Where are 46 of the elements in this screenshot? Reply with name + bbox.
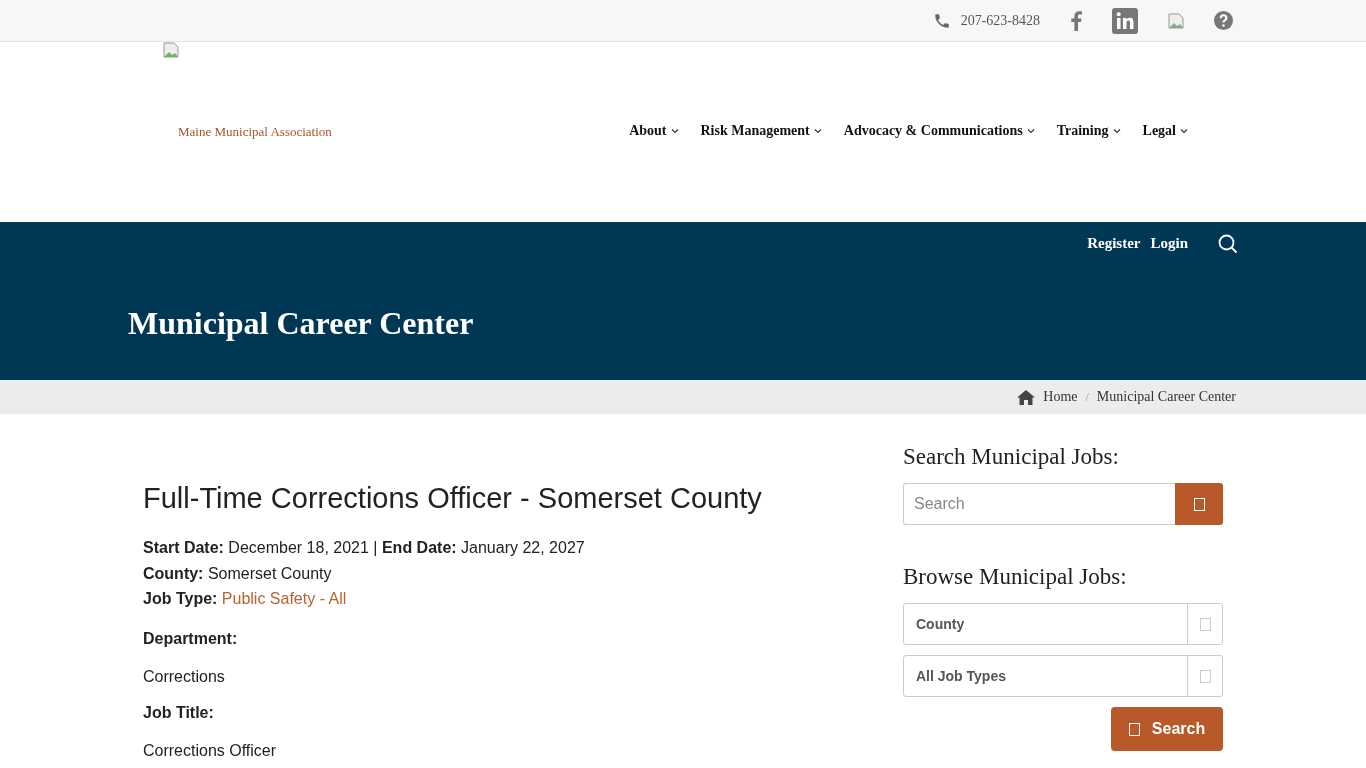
- account-link[interactable]: Login: [1150, 235, 1188, 252]
- job-title: Full-Time Corrections Officer - Somerset County: [143, 482, 763, 515]
- nav-menu-item[interactable]: Legal: [1142, 122, 1188, 139]
- sidebar-heading: Browse Municipal Jobs:: [903, 564, 1128, 590]
- missing-glyph-icon: [1128, 722, 1140, 736]
- search-icon[interactable]: [1218, 233, 1238, 254]
- sidebar-heading: Search Municipal Jobs:: [903, 444, 1120, 470]
- nav-menu-item[interactable]: About: [629, 122, 679, 139]
- chevron-down-icon: [1026, 127, 1035, 134]
- job-meta-line: Start Date: December 18, 2021 | End Date: January 22, 2027: [143, 538, 586, 558]
- job-type-label: Job Type:: [143, 590, 218, 607]
- dropdown-select[interactable]: County: [903, 603, 1223, 645]
- nav-menu-item[interactable]: Training: [1056, 122, 1121, 139]
- dropdown-select[interactable]: All Job Types: [903, 655, 1223, 697]
- phone-number[interactable]: 207-623-8428: [960, 12, 1040, 29]
- missing-glyph-icon: [1199, 669, 1211, 683]
- page-title: Municipal Career Center: [128, 304, 475, 342]
- section-heading: Job Title:: [143, 703, 215, 722]
- help-icon[interactable]: [1214, 11, 1233, 30]
- missing-glyph-icon: [1199, 617, 1211, 631]
- search-field[interactable]: Search: [903, 483, 1175, 525]
- section-heading: Department:: [143, 629, 239, 648]
- nav-menu-item[interactable]: Advocacy & Communications: [843, 122, 1035, 139]
- chevron-down-icon: [670, 127, 679, 134]
- section-text: Corrections Officer: [143, 741, 278, 760]
- breadcrumb-item: Municipal Career Center: [1096, 389, 1236, 405]
- search-button[interactable]: Search: [1111, 707, 1223, 751]
- chevron-down-icon: [1180, 127, 1188, 134]
- home-icon[interactable]: [1017, 389, 1036, 405]
- logo-text[interactable]: Maine Municipal Association: [178, 124, 332, 140]
- job-meta-line: County: Somerset County: [143, 563, 333, 584]
- chevron-down-icon: [1112, 127, 1121, 134]
- section-text: Corrections: [143, 667, 226, 686]
- search-button[interactable]: [1175, 483, 1223, 525]
- job-type-link[interactable]: Public Safety - All: [221, 590, 347, 607]
- broken-image-icon[interactable]: [1168, 12, 1184, 29]
- broken-image-icon[interactable]: [163, 42, 179, 58]
- chevron-down-icon: [813, 127, 822, 134]
- breadcrumb-separator: /: [1085, 389, 1089, 405]
- missing-glyph-icon: [1193, 497, 1205, 511]
- facebook-icon[interactable]: [1070, 10, 1082, 31]
- linkedin-icon[interactable]: [1112, 7, 1138, 34]
- nav-menu-item[interactable]: Risk Management: [700, 122, 822, 139]
- phone-icon: [932, 11, 951, 30]
- account-link[interactable]: Register: [1087, 235, 1141, 252]
- breadcrumb-item[interactable]: Home: [1043, 389, 1078, 405]
